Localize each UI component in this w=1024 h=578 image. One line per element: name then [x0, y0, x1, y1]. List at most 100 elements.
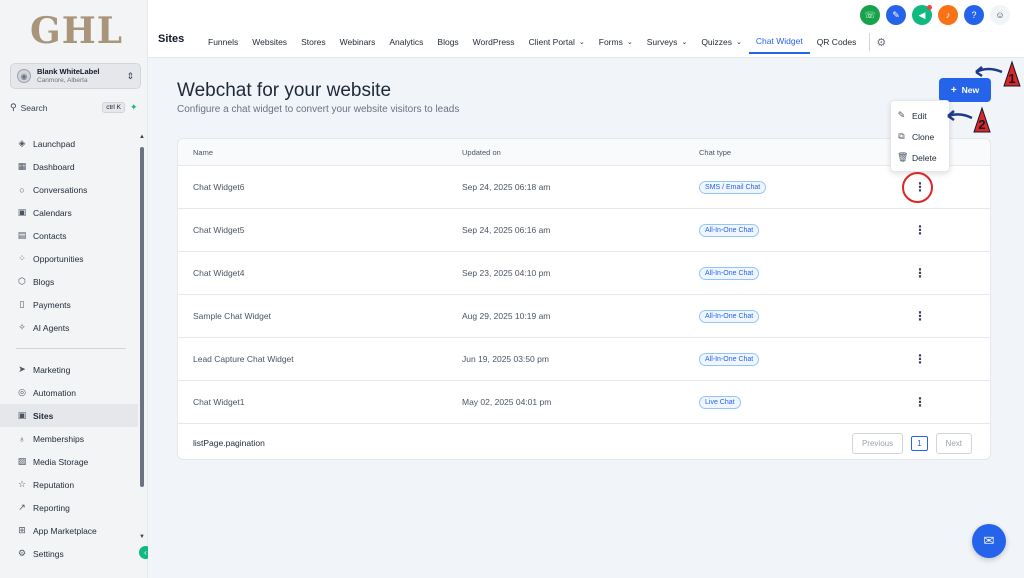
tab-label: WordPress — [472, 37, 515, 47]
tab-client-portal[interactable]: Client Portal ⌄ — [522, 30, 592, 54]
sidebar-divider — [16, 348, 126, 349]
chat-type-badge: All-In-One Chat — [699, 223, 760, 237]
user-avatar[interactable]: ☺ — [990, 5, 1010, 25]
widget-name[interactable]: Chat Widget4 — [193, 268, 245, 278]
sidebar-item-label: Reporting — [33, 502, 70, 513]
blogs-icon: ⬡ — [18, 276, 26, 286]
chat-type-cell: SMS / Email Chat — [699, 180, 767, 194]
column-header-name: Name — [193, 147, 214, 157]
widget-name[interactable]: Chat Widget1 — [193, 397, 245, 407]
table-row[interactable]: Chat Widget6 Sep 24, 2025 06:18 am SMS /… — [178, 166, 990, 209]
tab-bar: Funnels Websites Stores Webinars Analyti… — [201, 30, 886, 56]
widget-updated: May 02, 2025 04:01 pm — [462, 397, 552, 407]
chevron-down-icon: ⌄ — [681, 39, 688, 46]
tab-label: Analytics — [389, 37, 424, 47]
grid-icon: ⊞ — [18, 525, 26, 535]
sites-icon: ▣ — [17, 410, 27, 420]
widget-name[interactable]: Chat Widget5 — [193, 225, 245, 235]
chat-type-badge: Live Chat — [699, 395, 741, 409]
sidebar-item-marketing[interactable]: ➤ Marketing — [0, 358, 138, 381]
sidebar-item-media-storage[interactable]: ▨ Media Storage — [0, 450, 138, 473]
logo: GHL — [30, 10, 124, 52]
settings-gear-icon[interactable]: ⚙ — [876, 30, 886, 54]
sidebar-item-blogs[interactable]: ⬡ Blogs — [0, 270, 138, 293]
table-row[interactable]: Chat Widget5 Sep 24, 2025 06:16 am All-I… — [178, 209, 990, 252]
sidebar-item-reputation[interactable]: ☆ Reputation — [0, 473, 138, 496]
widget-name[interactable]: Lead Capture Chat Widget — [193, 354, 294, 364]
more-options-icon[interactable]: ⋮ — [914, 395, 926, 409]
scrollbar-thumb[interactable] — [140, 147, 144, 487]
sidebar-item-app-marketplace[interactable]: ⊞ App Marketplace — [0, 519, 138, 542]
search-button[interactable]: ⚲ Search ctrl K — [10, 100, 125, 115]
tab-websites[interactable]: Websites — [245, 30, 294, 54]
phone-icon[interactable]: ☏ — [860, 5, 880, 25]
menu-item-delete[interactable]: 🗑 Delete — [891, 147, 949, 168]
help-icon[interactable]: ? — [964, 5, 984, 25]
sidebar-item-label: Conversations — [33, 184, 88, 195]
chat-support-button[interactable]: ✉ — [972, 524, 1006, 558]
copy-icon: ⧉ — [898, 131, 905, 141]
sidebar-item-reporting[interactable]: ↗ Reporting — [0, 496, 138, 519]
sidebar-item-settings[interactable]: ⚙ Settings — [0, 542, 138, 565]
table-row[interactable]: Chat Widget4 Sep 23, 2025 04:10 pm All-I… — [178, 252, 990, 295]
tab-chat-widget[interactable]: Chat Widget — [748, 30, 810, 54]
next-page-button[interactable]: Next — [935, 432, 972, 454]
tab-webinars[interactable]: Webinars — [333, 30, 383, 54]
table-row[interactable]: Sample Chat Widget Aug 29, 2025 10:19 am… — [178, 295, 990, 338]
more-options-icon[interactable]: ⋮ — [914, 309, 926, 323]
chat-type-cell: All-In-One Chat — [699, 223, 760, 237]
more-options-icon[interactable]: ⋮ — [914, 266, 926, 280]
sidebar-item-conversations[interactable]: ○ Conversations — [0, 178, 138, 201]
more-options-icon[interactable]: ⋮ — [914, 223, 926, 237]
chat-type-cell: Live Chat — [699, 395, 741, 409]
top-icons: ☏ ✎ ◀ ♪ ? ☺ — [860, 5, 1010, 25]
bell-icon[interactable]: ♪ — [938, 5, 958, 25]
previous-page-button[interactable]: Previous — [851, 432, 904, 454]
rocket-icon: ◈ — [18, 138, 26, 148]
sidebar-item-payments[interactable]: ▯ Payments — [0, 293, 138, 316]
page-number-button[interactable]: 1 — [911, 435, 928, 451]
sidebar-item-sites[interactable]: ▣ Sites — [0, 404, 138, 427]
chat-type-cell: All-In-One Chat — [699, 309, 760, 323]
tab-funnels[interactable]: Funnels — [201, 30, 245, 54]
page-title: Webchat for your website — [177, 80, 392, 101]
tab-blogs[interactable]: Blogs — [430, 30, 465, 54]
tab-label: Quizzes — [701, 37, 733, 47]
tab-surveys[interactable]: Surveys ⌄ — [640, 30, 695, 54]
tab-wordpress[interactable]: WordPress — [466, 30, 522, 54]
sidebar: GHL ◉ Blank WhiteLabel Canmore, Alberta … — [0, 0, 152, 578]
tab-label: Websites — [252, 37, 288, 47]
menu-item-label: Clone — [912, 131, 935, 142]
tab-analytics[interactable]: Analytics — [382, 30, 430, 54]
scroll-up-icon[interactable]: ▲ — [139, 134, 145, 140]
chat-type-cell: All-In-One Chat — [699, 352, 760, 366]
table-row[interactable]: Lead Capture Chat Widget Jun 19, 2025 03… — [178, 338, 990, 381]
quick-action-icon[interactable]: ✦ — [130, 102, 138, 113]
scroll-down-icon[interactable]: ▼ — [139, 534, 145, 540]
sidebar-item-ai-agents[interactable]: ✧ AI Agents — [0, 316, 138, 339]
widget-name[interactable]: Sample Chat Widget — [193, 311, 271, 321]
sidebar-item-contacts[interactable]: ▤ Contacts — [0, 224, 138, 247]
sidebar-item-memberships[interactable]: ♁ Memberships — [0, 427, 138, 450]
image-icon: ▨ — [17, 456, 27, 466]
tab-qr-codes[interactable]: QR Codes — [810, 30, 864, 54]
widget-name[interactable]: Chat Widget6 — [193, 182, 245, 192]
chevron-down-icon: ⌄ — [736, 39, 742, 46]
sidebar-scrollbar[interactable]: ▲ ▼ — [139, 134, 145, 550]
table-row[interactable]: Chat Widget1 May 02, 2025 04:01 pm Live … — [178, 381, 990, 424]
sidebar-item-launchpad[interactable]: ◈ Launchpad — [0, 132, 138, 155]
sidebar-item-calendars[interactable]: ▣ Calendars — [0, 201, 138, 224]
megaphone-icon[interactable]: ✎ — [886, 5, 906, 25]
tab-quizzes[interactable]: Quizzes ⌄ — [694, 30, 749, 54]
sidebar-item-automation[interactable]: ◎ Automation — [0, 381, 138, 404]
tab-forms[interactable]: Forms ⌄ — [592, 30, 640, 54]
more-options-icon[interactable]: ⋮ — [914, 352, 926, 366]
tab-label: Funnels — [208, 37, 239, 47]
sidebar-item-dashboard[interactable]: ▦ Dashboard — [0, 155, 138, 178]
announcement-icon[interactable]: ◀ — [912, 5, 932, 25]
account-switcher[interactable]: ◉ Blank WhiteLabel Canmore, Alberta ⇕ — [10, 63, 141, 89]
step-1-number: 1 — [1008, 71, 1015, 86]
sidebar-item-opportunities[interactable]: ⁘ Opportunities — [0, 247, 138, 270]
tab-stores[interactable]: Stores — [294, 30, 333, 54]
sidebar-item-label: Memberships — [33, 433, 85, 444]
